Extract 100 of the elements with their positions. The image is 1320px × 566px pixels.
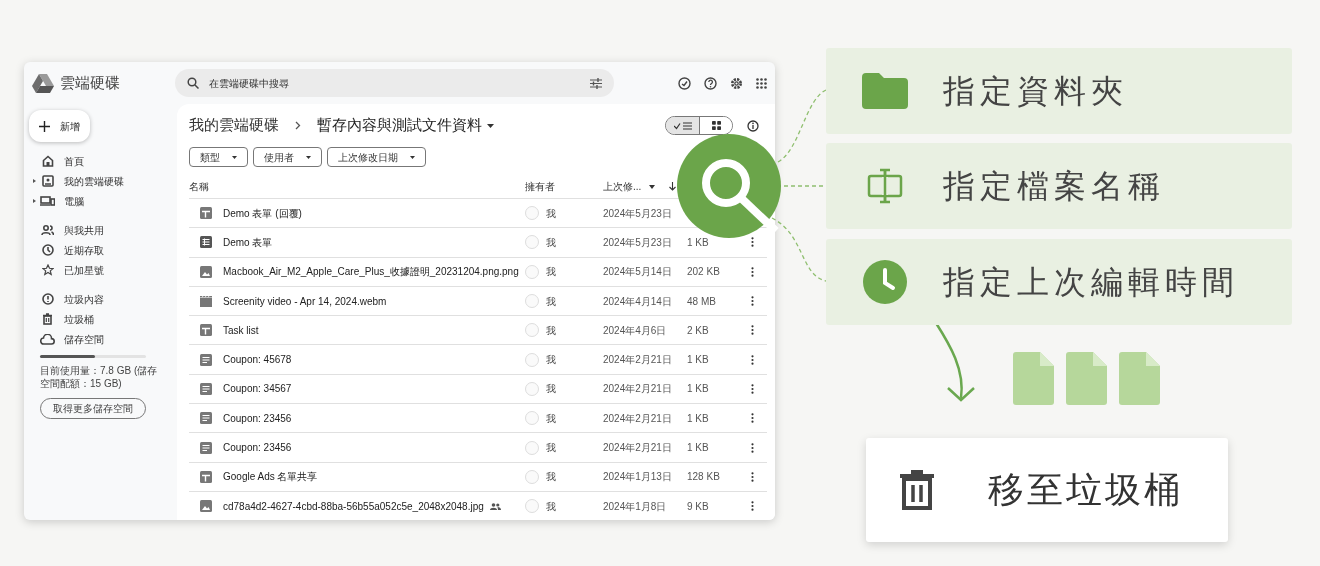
filter-chip[interactable]: 上次修改日期	[327, 147, 426, 167]
file-size: 1 KB	[687, 353, 710, 368]
trash-icon	[42, 313, 53, 325]
modified-date: 2024年1月13日	[603, 470, 673, 485]
avatar-icon	[525, 469, 539, 484]
drive-icon	[41, 175, 54, 187]
file-name: Task list	[223, 323, 259, 338]
file-icon	[1013, 352, 1054, 405]
avatar-icon	[525, 499, 539, 514]
nav-item[interactable]: 近期存取	[24, 240, 175, 260]
expand-caret-icon[interactable]	[33, 199, 36, 203]
view-toggle-button[interactable]	[699, 117, 732, 134]
file-size: 1 KB	[687, 382, 710, 397]
settings-icon[interactable]	[730, 76, 743, 90]
owner-name: 我	[546, 499, 556, 514]
help-icon[interactable]	[704, 76, 717, 90]
more-options-icon[interactable]	[751, 237, 754, 248]
breadcrumb-link[interactable]: 我的雲端硬碟	[189, 114, 279, 137]
caret-down-icon	[410, 155, 415, 159]
column-header[interactable]: 擁有者	[525, 179, 603, 194]
apps-grid-icon[interactable]	[756, 77, 767, 89]
nav-item[interactable]: 垃圾內容	[24, 289, 175, 309]
more-options-icon[interactable]	[751, 296, 754, 307]
nav-item[interactable]: 首頁	[24, 151, 175, 171]
storage-usage-text: 目前使用量：7.8 GB (儲存空間配額：15 GB)	[40, 364, 159, 390]
search-field[interactable]: 在雲端硬碟中搜尋	[175, 69, 614, 97]
filter-sliders-icon[interactable]	[590, 77, 602, 89]
modified-date: 2024年1月8日	[603, 499, 668, 514]
image-icon	[200, 265, 212, 278]
file-size: 128 KB	[687, 470, 721, 485]
column-header[interactable]: 上次修...	[603, 179, 642, 194]
file-name: Coupon: 23456	[223, 411, 292, 426]
nav-item[interactable]: 已加星號	[24, 260, 175, 280]
star-icon	[41, 264, 54, 276]
criteria-label: 指定上次編輯時間	[943, 263, 1239, 302]
alert-icon	[41, 293, 54, 305]
file-name: Coupon: 23456	[223, 441, 292, 455]
caret-down-icon	[232, 155, 237, 159]
more-options-icon[interactable]	[751, 442, 754, 453]
caret-down-icon	[306, 155, 311, 159]
expand-caret-icon[interactable]	[33, 179, 36, 183]
avatar-icon	[525, 381, 539, 396]
table-icon	[200, 207, 212, 220]
avatar-icon	[525, 294, 539, 309]
file-icon	[1119, 352, 1160, 405]
computer-icon	[40, 195, 55, 207]
filter-chip[interactable]: 類型	[189, 147, 248, 167]
current-folder-title[interactable]: 暫存內容與測試文件資料	[317, 114, 482, 137]
modified-date: 2024年4月14日	[603, 294, 673, 309]
grid-icon	[711, 121, 721, 130]
column-header[interactable]: 名稱	[189, 179, 525, 194]
owner-name: 我	[546, 206, 556, 221]
search-input[interactable]: 在雲端硬碟中搜尋	[209, 75, 580, 91]
modified-date: 2024年2月21日	[603, 382, 673, 397]
owner-name: 我	[546, 411, 556, 426]
modified-date: 2024年4月6日	[603, 323, 668, 338]
nav-item[interactable]: 電腦	[24, 191, 175, 211]
move-to-trash-button[interactable]: 移至垃圾桶	[866, 438, 1228, 542]
home-icon	[41, 155, 54, 167]
new-button[interactable]: 新增	[29, 110, 90, 142]
document-icon	[200, 353, 212, 366]
caret-down-icon[interactable]	[649, 184, 656, 189]
more-options-icon[interactable]	[751, 266, 754, 277]
file-size: 1 KB	[687, 235, 710, 250]
modified-date: 2024年5月23日	[603, 206, 673, 221]
owner-name: 我	[546, 382, 556, 397]
view-toggle-button[interactable]	[666, 117, 699, 134]
owner-name: 我	[546, 323, 556, 338]
file-size: 48 MB	[687, 294, 717, 309]
nav-item[interactable]: 儲存空間	[24, 329, 175, 349]
more-options-icon[interactable]	[751, 501, 754, 512]
info-icon[interactable]	[747, 119, 759, 132]
avatar-icon	[525, 440, 539, 455]
nav-item[interactable]: 與我共用	[24, 220, 175, 240]
document-icon	[200, 441, 212, 454]
nav-item[interactable]: 垃圾桶	[24, 309, 175, 329]
nav-item[interactable]: 我的雲端硬碟	[24, 171, 175, 191]
criteria-label: 指定資料夾	[943, 72, 1128, 111]
caret-down-icon[interactable]	[487, 123, 494, 128]
more-options-icon[interactable]	[751, 383, 754, 394]
file-name: Google Ads 名單共享	[223, 470, 318, 485]
owner-name: 我	[546, 265, 556, 280]
app-title: 雲端硬碟	[60, 72, 120, 93]
chevron-right-icon	[295, 121, 301, 130]
file-name: Coupon: 34567	[223, 382, 292, 397]
table-icon	[200, 470, 212, 483]
more-options-icon[interactable]	[751, 413, 754, 424]
more-options-icon[interactable]	[751, 354, 754, 365]
sort-arrow-icon[interactable]	[669, 182, 677, 191]
search-icon	[187, 77, 199, 89]
file-name: Demo 表單	[223, 235, 273, 250]
owner-name: 我	[546, 294, 556, 309]
more-options-icon[interactable]	[751, 471, 754, 482]
owner-name: 我	[546, 353, 556, 368]
more-options-icon[interactable]	[751, 325, 754, 336]
avatar-icon	[525, 264, 539, 279]
avatar-icon	[525, 323, 539, 338]
people-icon	[41, 224, 54, 236]
check-circle-icon[interactable]	[678, 76, 691, 90]
filter-chip[interactable]: 使用者	[253, 147, 322, 167]
